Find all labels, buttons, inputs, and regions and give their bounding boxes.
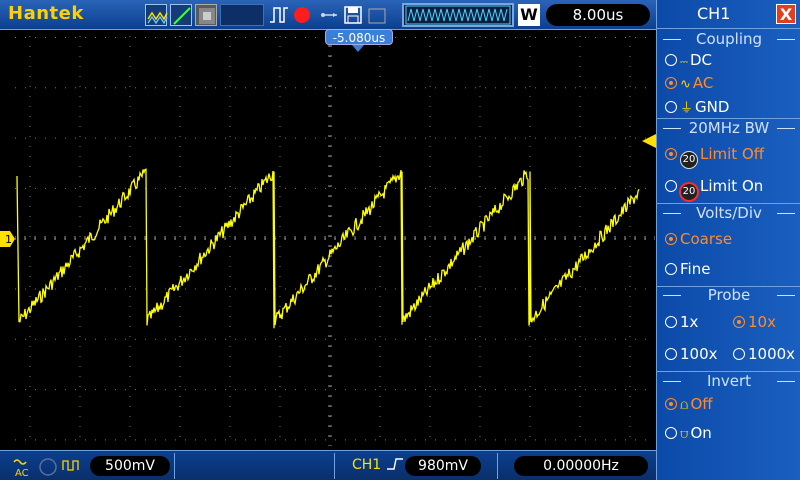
trigger-edge-icon[interactable] [268, 4, 290, 26]
svg-text:AC: AC [15, 468, 29, 478]
bw-title: 20MHz BW [657, 119, 800, 137]
invert-title: Invert [657, 372, 800, 390]
usb-icon [318, 4, 340, 26]
bw-limit-icon [39, 458, 57, 476]
trigger-level-readout[interactable]: 980mV [405, 456, 481, 476]
panel-divider [657, 28, 800, 29]
dc-icon: ⎓ [680, 57, 688, 68]
frequency-readout: 0.00000Hz [514, 456, 648, 476]
waveform-mode-icon[interactable] [145, 4, 168, 26]
probe-1x-option[interactable]: 1x [665, 313, 698, 331]
invert-icon [62, 460, 79, 471]
vector-mode-icon[interactable] [170, 4, 192, 26]
volts-coarse-option[interactable]: Coarse [665, 230, 732, 248]
invert-off-option[interactable]: ⩍ Off [665, 395, 713, 413]
status-divider [497, 453, 498, 479]
status-bar: AC 500mV CH1 980mV 0.00000Hz [0, 450, 656, 480]
ch1-volts-div-readout[interactable]: 500mV [90, 456, 170, 476]
window-zoom-button[interactable]: W [518, 4, 540, 26]
save-disk-icon[interactable] [342, 4, 364, 26]
status-divider [174, 453, 175, 479]
persistence-icon[interactable] [195, 4, 217, 26]
run-stop-indicator-icon[interactable] [294, 7, 310, 23]
coupling-gnd-option[interactable]: ⏚ GND [665, 97, 729, 116]
waveform-screen[interactable] [15, 36, 655, 446]
coupling-title: Coupling [657, 30, 800, 48]
memory-depth-bar[interactable] [402, 3, 514, 27]
top-toolbar: Hantek W 8.00us [0, 0, 656, 30]
bw-limit-off-option[interactable]: 20 Limit Off [665, 145, 764, 169]
invert-on-option[interactable]: ⩌ On [665, 424, 712, 442]
coupling-ac-option[interactable]: ∿ AC [665, 74, 713, 92]
volts-fine-option[interactable]: Fine [665, 260, 710, 278]
probe-100x-option[interactable]: 100x [665, 345, 718, 363]
invert-off-icon: ⩍ [680, 398, 689, 413]
ac-icon: ∿ [680, 77, 691, 92]
coupling-dc-option[interactable]: ⎓ DC [665, 51, 712, 69]
close-button[interactable]: X [776, 4, 796, 24]
probe-title: Probe [657, 286, 800, 304]
trigger-source-label[interactable]: CH1 [352, 457, 404, 473]
channel-menu-panel: CH1 X Coupling ⎓ DC ∿ AC ⏚ GND 20MHz BW 20 L… [656, 0, 800, 480]
bw-limit-on-option[interactable]: 20 Limit On [665, 177, 763, 201]
invert-on-icon: ⩌ [680, 427, 689, 442]
ch1-ground-marker-icon[interactable]: 1 [0, 231, 16, 247]
probe-10x-option[interactable]: 10x [733, 313, 776, 331]
trigger-position-readout[interactable]: -5.080us [325, 29, 393, 45]
timebase-readout[interactable]: 8.00us [546, 4, 650, 26]
bw-20-icon: 20 [680, 151, 698, 169]
ac-coupling-icon: AC [13, 459, 29, 478]
display-slot [220, 4, 264, 26]
probe-1000x-option[interactable]: 1000x [733, 345, 795, 363]
svg-text:1: 1 [5, 233, 12, 246]
brand-logo: Hantek [8, 3, 84, 24]
rising-edge-icon [386, 458, 403, 470]
bw-20-limited-icon: 20 [680, 183, 698, 201]
status-divider [334, 453, 335, 479]
trigger-level-marker-icon[interactable] [642, 134, 656, 148]
gnd-icon: ⏚ [680, 101, 694, 116]
trigger-position-marker-icon [352, 45, 364, 52]
volts-div-title: Volts/Div [657, 204, 800, 222]
recall-icon[interactable] [366, 4, 388, 26]
